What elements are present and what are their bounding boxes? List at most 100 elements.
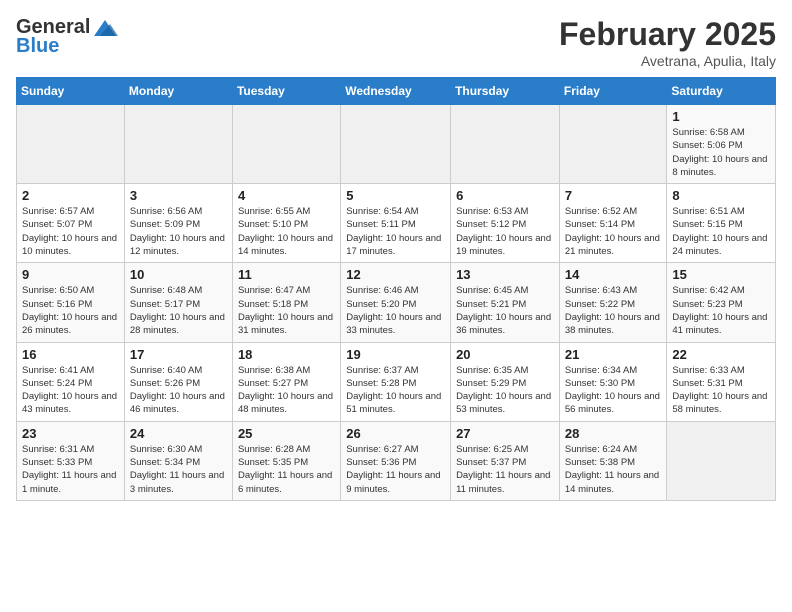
day-info: Sunrise: 6:52 AMSunset: 5:14 PMDaylight:… [565,205,662,258]
day-info: Sunrise: 6:35 AMSunset: 5:29 PMDaylight:… [456,364,554,417]
calendar-cell-2-6: 7 Sunrise: 6:52 AMSunset: 5:14 PMDaylight… [559,184,667,263]
calendar-week-3: 9 Sunrise: 6:50 AMSunset: 5:16 PMDaylight… [17,263,776,342]
day-info: Sunrise: 6:56 AMSunset: 5:09 PMDaylight:… [130,205,227,258]
day-info: Sunrise: 6:55 AMSunset: 5:10 PMDaylight:… [238,205,335,258]
calendar-cell-2-2: 3 Sunrise: 6:56 AMSunset: 5:09 PMDaylight… [124,184,232,263]
calendar-cell-3-4: 12Sunrise: 6:46 AMSunset: 5:20 PMDayligh… [341,263,451,342]
calendar-cell-1-1 [17,105,125,184]
day-info: Sunrise: 6:31 AMSunset: 5:33 PMDaylight:… [22,443,119,496]
calendar-week-5: 23 Sunrise: 6:31 AMSunset: 5:33 PMDayligh… [17,421,776,500]
calendar-week-1: 1Sunrise: 6:58 AMSunset: 5:06 PMDaylight… [17,105,776,184]
day-number: 17 [130,347,227,362]
calendar-cell-3-6: 14Sunrise: 6:43 AMSunset: 5:22 PMDayligh… [559,263,667,342]
day-number: 23 [22,426,119,441]
logo-text-blue: Blue [16,35,59,58]
day-number: 28 [565,426,662,441]
calendar-cell-2-5: 6 Sunrise: 6:53 AMSunset: 5:12 PMDaylight… [451,184,560,263]
calendar-cell-2-3: 4 Sunrise: 6:55 AMSunset: 5:10 PMDaylight… [232,184,340,263]
day-info: Sunrise: 6:48 AMSunset: 5:17 PMDaylight:… [130,284,227,337]
day-info: Sunrise: 6:37 AMSunset: 5:28 PMDaylight:… [346,364,445,417]
day-info: Sunrise: 6:54 AMSunset: 5:11 PMDaylight:… [346,205,445,258]
day-number: 2 [22,188,119,203]
day-info: Sunrise: 6:34 AMSunset: 5:30 PMDaylight:… [565,364,662,417]
location-subtitle: Avetrana, Apulia, Italy [559,53,776,69]
day-number: 8 [672,188,770,203]
calendar-cell-5-5: 27 Sunrise: 6:25 AMSunset: 5:37 PMDayligh… [451,421,560,500]
calendar-cell-4-6: 21 Sunrise: 6:34 AMSunset: 5:30 PMDayligh… [559,342,667,421]
calendar-cell-4-5: 20 Sunrise: 6:35 AMSunset: 5:29 PMDayligh… [451,342,560,421]
title-block: February 2025 Avetrana, Apulia, Italy [559,16,776,69]
calendar-cell-5-6: 28 Sunrise: 6:24 AMSunset: 5:38 PMDayligh… [559,421,667,500]
day-number: 5 [346,188,445,203]
day-number: 1 [672,109,770,124]
day-info: Sunrise: 6:45 AMSunset: 5:21 PMDaylight:… [456,284,554,337]
calendar-cell-5-1: 23 Sunrise: 6:31 AMSunset: 5:33 PMDayligh… [17,421,125,500]
day-number: 3 [130,188,227,203]
calendar-cell-5-3: 25 Sunrise: 6:28 AMSunset: 5:35 PMDayligh… [232,421,340,500]
day-info: Sunrise: 6:30 AMSunset: 5:34 PMDaylight:… [130,443,227,496]
day-info: Sunrise: 6:47 AMSunset: 5:18 PMDaylight:… [238,284,335,337]
calendar-cell-1-4 [341,105,451,184]
day-info: Sunrise: 6:42 AMSunset: 5:23 PMDaylight:… [672,284,770,337]
logo: General Blue [16,16,118,58]
calendar-cell-3-3: 11 Sunrise: 6:47 AMSunset: 5:18 PMDayligh… [232,263,340,342]
calendar-cell-5-2: 24 Sunrise: 6:30 AMSunset: 5:34 PMDayligh… [124,421,232,500]
weekday-header-thursday: Thursday [451,78,560,105]
day-number: 12 [346,267,445,282]
calendar-header-row: SundayMondayTuesdayWednesdayThursdayFrid… [17,78,776,105]
calendar-week-2: 2 Sunrise: 6:57 AMSunset: 5:07 PMDaylight… [17,184,776,263]
day-number: 27 [456,426,554,441]
day-info: Sunrise: 6:28 AMSunset: 5:35 PMDaylight:… [238,443,335,496]
calendar-cell-1-5 [451,105,560,184]
day-info: Sunrise: 6:33 AMSunset: 5:31 PMDaylight:… [672,364,770,417]
day-info: Sunrise: 6:27 AMSunset: 5:36 PMDaylight:… [346,443,445,496]
weekday-header-monday: Monday [124,78,232,105]
calendar-cell-5-4: 26Sunrise: 6:27 AMSunset: 5:36 PMDayligh… [341,421,451,500]
day-info: Sunrise: 6:41 AMSunset: 5:24 PMDaylight:… [22,364,119,417]
day-number: 4 [238,188,335,203]
day-number: 19 [346,347,445,362]
day-number: 21 [565,347,662,362]
day-info: Sunrise: 6:57 AMSunset: 5:07 PMDaylight:… [22,205,119,258]
day-number: 9 [22,267,119,282]
calendar-cell-1-2 [124,105,232,184]
day-number: 7 [565,188,662,203]
day-number: 16 [22,347,119,362]
day-number: 25 [238,426,335,441]
day-number: 18 [238,347,335,362]
day-number: 14 [565,267,662,282]
weekday-header-sunday: Sunday [17,78,125,105]
day-number: 6 [456,188,554,203]
logo-icon [92,18,118,38]
calendar-cell-1-7: 1Sunrise: 6:58 AMSunset: 5:06 PMDaylight… [667,105,776,184]
calendar-cell-3-2: 10 Sunrise: 6:48 AMSunset: 5:17 PMDayligh… [124,263,232,342]
calendar-cell-4-3: 18 Sunrise: 6:38 AMSunset: 5:27 PMDayligh… [232,342,340,421]
day-info: Sunrise: 6:51 AMSunset: 5:15 PMDaylight:… [672,205,770,258]
day-number: 24 [130,426,227,441]
day-number: 13 [456,267,554,282]
day-number: 20 [456,347,554,362]
day-info: Sunrise: 6:50 AMSunset: 5:16 PMDaylight:… [22,284,119,337]
calendar-cell-5-7 [667,421,776,500]
calendar-table: SundayMondayTuesdayWednesdayThursdayFrid… [16,77,776,501]
day-info: Sunrise: 6:40 AMSunset: 5:26 PMDaylight:… [130,364,227,417]
weekday-header-friday: Friday [559,78,667,105]
day-number: 22 [672,347,770,362]
page-header: General Blue February 2025 Avetrana, Apu… [16,16,776,69]
calendar-week-4: 16 Sunrise: 6:41 AMSunset: 5:24 PMDayligh… [17,342,776,421]
weekday-header-saturday: Saturday [667,78,776,105]
day-number: 10 [130,267,227,282]
day-info: Sunrise: 6:25 AMSunset: 5:37 PMDaylight:… [456,443,554,496]
calendar-cell-1-6 [559,105,667,184]
calendar-cell-1-3 [232,105,340,184]
day-info: Sunrise: 6:24 AMSunset: 5:38 PMDaylight:… [565,443,662,496]
weekday-header-tuesday: Tuesday [232,78,340,105]
calendar-cell-3-1: 9 Sunrise: 6:50 AMSunset: 5:16 PMDaylight… [17,263,125,342]
day-info: Sunrise: 6:53 AMSunset: 5:12 PMDaylight:… [456,205,554,258]
calendar-cell-4-4: 19 Sunrise: 6:37 AMSunset: 5:28 PMDayligh… [341,342,451,421]
calendar-cell-2-4: 5 Sunrise: 6:54 AMSunset: 5:11 PMDaylight… [341,184,451,263]
day-info: Sunrise: 6:38 AMSunset: 5:27 PMDaylight:… [238,364,335,417]
calendar-cell-2-1: 2 Sunrise: 6:57 AMSunset: 5:07 PMDaylight… [17,184,125,263]
day-number: 11 [238,267,335,282]
calendar-cell-2-7: 8 Sunrise: 6:51 AMSunset: 5:15 PMDaylight… [667,184,776,263]
